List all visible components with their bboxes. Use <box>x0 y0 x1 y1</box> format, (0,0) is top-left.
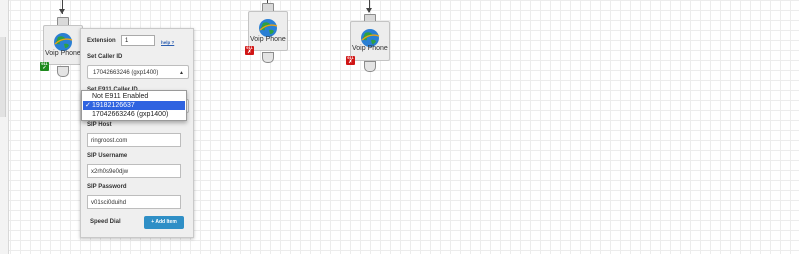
speed-dial-label: Speed Dial <box>90 219 121 225</box>
output-port[interactable] <box>364 61 376 72</box>
warning-icon: ✗ <box>348 59 353 65</box>
dropdown-option[interactable]: Not E911 Enabled <box>83 92 185 101</box>
caller-id-label: Set Caller ID <box>87 54 123 60</box>
node-label: Voip Phone <box>45 50 81 57</box>
extension-input[interactable]: 1 <box>121 35 155 46</box>
plus-icon: + <box>151 219 155 225</box>
sip-password-label: SIP Password <box>87 184 127 190</box>
caller-id-select[interactable]: 17042663246 (gxp1400) ▲ <box>87 65 189 79</box>
select-arrows-icon: ▲ <box>179 70 184 76</box>
e911-caller-id-dropdown[interactable]: Not E911 Enabled ✓ 19182126637 170426632… <box>81 90 187 121</box>
output-port[interactable] <box>57 66 69 77</box>
add-item-label: Add Item <box>155 219 177 225</box>
e911-status-badge: 911 ✗ <box>245 46 254 55</box>
e911-status-badge: 911 ✓ <box>40 62 49 71</box>
extension-label: Extension <box>87 38 116 44</box>
output-port[interactable] <box>262 52 274 63</box>
voip-phone-node[interactable] <box>248 11 288 51</box>
check-icon: ✓ <box>85 102 91 109</box>
node-label: Voip Phone <box>352 45 388 52</box>
arrow-icon <box>366 8 372 13</box>
add-item-button[interactable]: + Add Item <box>144 216 184 229</box>
sip-username-input[interactable]: x2rh0s9e0djw <box>87 164 181 178</box>
option-label: Not E911 Enabled <box>92 93 149 100</box>
scroll-indicator[interactable] <box>0 37 6 117</box>
phone-settings-panel: Extension 1 help ? Set Caller ID 1704266… <box>80 28 194 238</box>
caller-id-value: 17042663246 (gxp1400) <box>93 70 159 76</box>
dropdown-option[interactable]: 17042663246 (gxp1400) <box>83 110 185 119</box>
voip-phone-node[interactable] <box>43 25 83 65</box>
option-label: 17042663246 (gxp1400) <box>92 111 169 118</box>
check-icon: ✓ <box>42 65 47 71</box>
node-label: Voip Phone <box>250 36 286 43</box>
sip-host-label: SIP Host <box>87 122 112 128</box>
arrow-icon <box>59 9 65 14</box>
option-label: 19182126637 <box>92 102 135 109</box>
sip-password-input[interactable]: v01sci0duihd <box>87 195 181 209</box>
warning-icon: ✗ <box>247 49 252 55</box>
e911-status-badge: 911 ✗ <box>346 56 355 65</box>
dropdown-option-selected[interactable]: ✓ 19182126637 <box>83 101 185 110</box>
sip-username-label: SIP Username <box>87 153 128 159</box>
voip-phone-node[interactable] <box>350 21 390 61</box>
sip-host-input[interactable]: ringroost.com <box>87 133 181 147</box>
help-link[interactable]: help ? <box>161 40 174 45</box>
